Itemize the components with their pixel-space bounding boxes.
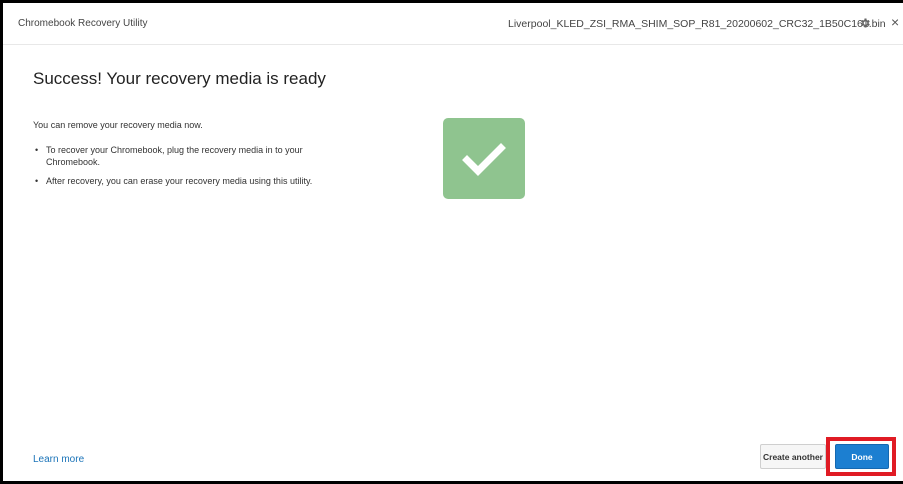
done-button[interactable]: Done xyxy=(835,444,889,469)
page-title: Success! Your recovery media is ready xyxy=(33,69,326,88)
bullet-glyph: • xyxy=(35,176,39,186)
success-indicator xyxy=(443,118,525,199)
list-item-line: After recovery, you can erase your recov… xyxy=(46,176,313,186)
app-title: Chromebook Recovery Utility xyxy=(18,18,148,29)
gear-icon xyxy=(861,18,870,28)
list-item: • To recover your Chromebook, plug the r… xyxy=(33,144,333,168)
recovery-utility-window: Chromebook Recovery Utility Liverpool_KL… xyxy=(0,0,903,484)
learn-more-link[interactable]: Learn more xyxy=(33,454,84,465)
list-item-line: To recover your Chromebook, plug the rec… xyxy=(46,145,303,155)
instructions-list: • To recover your Chromebook, plug the r… xyxy=(33,144,333,194)
settings-button[interactable] xyxy=(857,15,873,31)
title-bar: Chromebook Recovery Utility Liverpool_KL… xyxy=(3,3,903,45)
list-item-line: Chromebook. xyxy=(46,157,101,167)
selected-image-filename: Liverpool_KLED_ZSI_RMA_SHIM_SOP_R81_2020… xyxy=(508,18,886,30)
create-another-button[interactable]: Create another xyxy=(760,444,826,469)
intro-text: You can remove your recovery media now. xyxy=(33,120,203,130)
bullet-glyph: • xyxy=(35,145,39,155)
checkmark-icon xyxy=(462,142,506,176)
close-icon[interactable]: × xyxy=(891,13,903,31)
list-item: • After recovery, you can erase your rec… xyxy=(33,175,333,187)
